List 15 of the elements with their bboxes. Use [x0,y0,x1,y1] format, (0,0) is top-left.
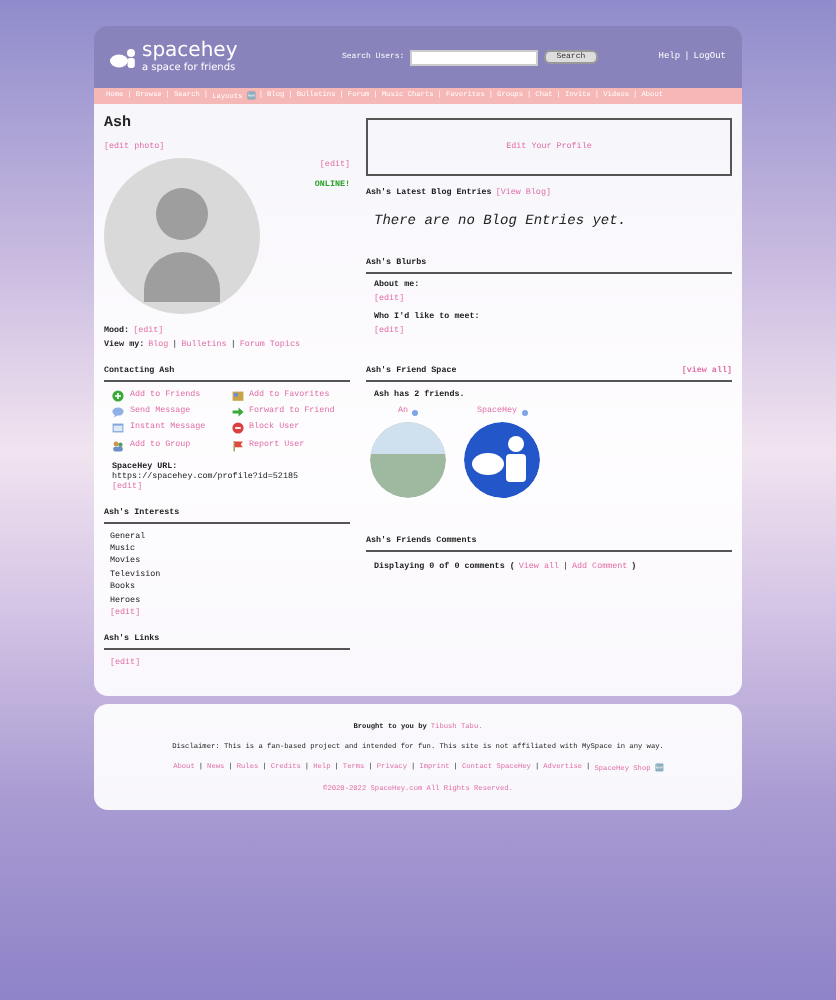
arrow-icon [231,406,243,419]
picture-icon [231,390,243,402]
logo-avatar-icon [464,422,540,498]
photo-placeholder [370,422,446,498]
window-icon [112,422,124,435]
status-dot-icon [412,409,419,415]
search-field[interactable] [410,49,539,65]
speech-bubble-icon [112,406,124,419]
stop-icon [231,422,243,435]
plus-icon [112,390,124,402]
site-logo-text: spacehey [142,41,238,61]
logo-icon [110,47,136,67]
people-icon [112,439,124,452]
flag-icon [231,439,243,452]
status-dot-icon [521,409,528,415]
